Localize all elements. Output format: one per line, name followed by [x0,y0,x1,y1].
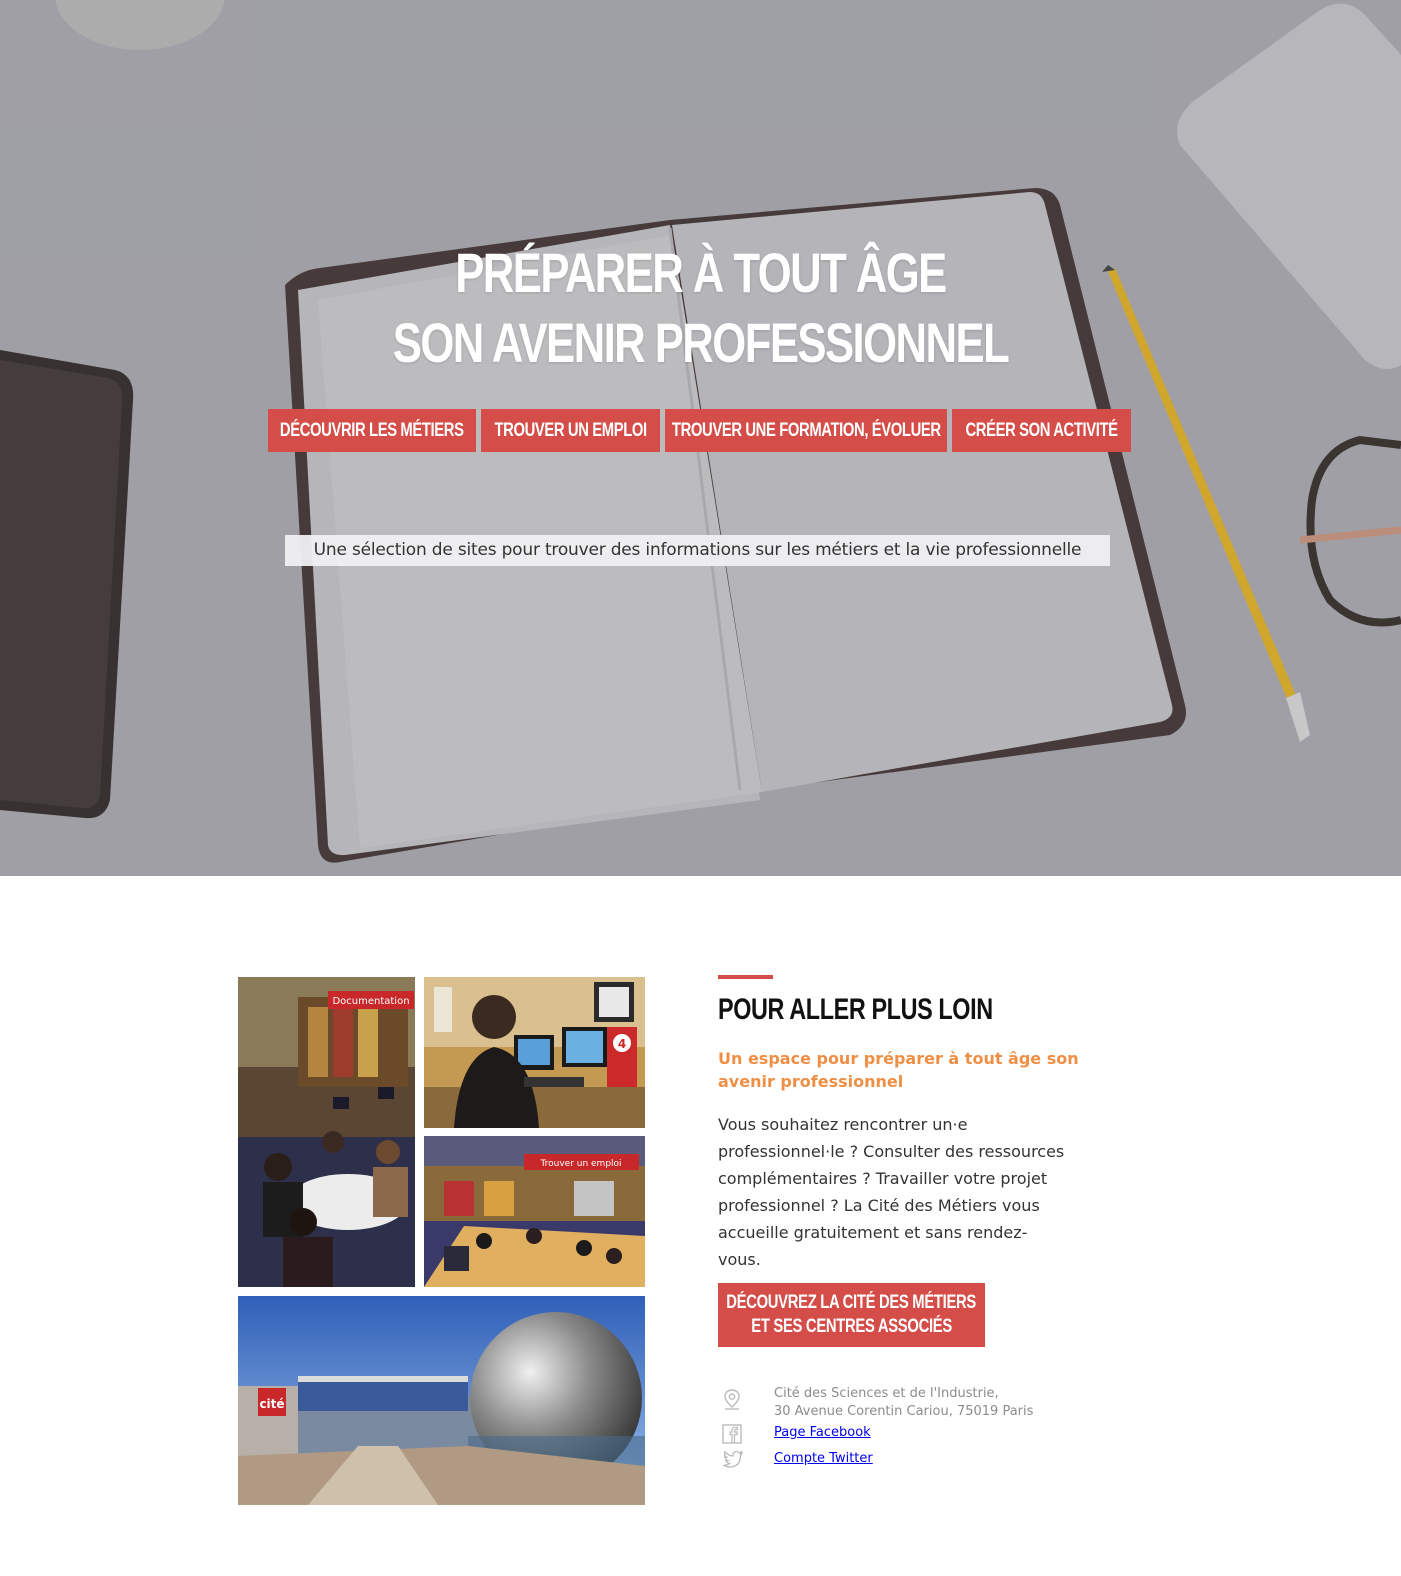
cta-line-2: et ses centres associés [751,1316,952,1337]
nav-label: Créer son activité [965,419,1118,441]
nav-trouver-emploi-button[interactable]: Trouver un emploi [481,409,660,452]
hero-subtitle: Une sélection de sites pour trouver des … [285,535,1110,566]
info-body: Vous souhaitez rencontrer un·e professio… [718,1115,1065,1269]
twitter-link[interactable]: Compte Twitter [774,1450,873,1468]
floor-badge-text: 4 [618,1037,626,1051]
hero-title-line-2: son avenir professionnel [392,311,1010,374]
heading-accent-bar [718,975,773,979]
nav-decouvrir-metiers-button[interactable]: Découvrir les métiers [268,409,476,452]
cta-line-1: Découvrez la Cité des Métiers [726,1292,977,1313]
address-line-2: 30 Avenue Corentin Cariou, 75019 Paris [774,1404,1034,1419]
main-navigation: Découvrir les métiers Trouver un emploi … [268,409,1131,452]
nav-label: Trouver un emploi [494,419,647,441]
nav-label: Trouver une formation, évoluer [671,419,941,441]
facebook-icon [722,1424,774,1444]
hero-title: Préparer à tout âge son avenir professio… [154,238,1247,378]
info-heading: Pour aller plus loin [718,993,993,1026]
documentation-sign-text: Documentation [332,996,409,1007]
hero-section: Préparer à tout âge son avenir professio… [0,0,1401,876]
trouver-emploi-sign-text: Trouver un emploi [539,1159,621,1169]
address-text: Cité des Sciences et de l'Industrie, 30 … [774,1385,1033,1421]
contact-twitter: Compte Twitter [722,1450,1122,1468]
twitter-icon [722,1450,774,1468]
photo-computer-user: 4 [424,977,645,1128]
contact-address: Cité des Sciences et de l'Industrie, 30 … [722,1385,1122,1421]
hero-title-line-1: Préparer à tout âge [455,241,947,304]
address-line-1: Cité des Sciences et de l'Industrie, [774,1386,999,1401]
map-pin-icon [722,1385,774,1412]
info-panel: Pour aller plus loin Un espace pour prép… [718,975,1108,1273]
contact-facebook: Page Facebook [722,1424,1122,1444]
nav-creer-activite-button[interactable]: Créer son activité [952,409,1131,452]
photo-trouver-emploi: Trouver un emploi [424,1136,645,1287]
decouvrez-cite-metiers-button[interactable]: Découvrez la Cité des Métiers et ses cen… [718,1283,985,1347]
facebook-link[interactable]: Page Facebook [774,1424,871,1442]
nav-label: Découvrir les métiers [280,419,464,441]
photo-cite-geode: cité [238,1296,645,1505]
photo-documentation: Documentation [238,977,415,1287]
nav-trouver-formation-button[interactable]: Trouver une formation, évoluer [665,409,947,452]
info-tagline: Un espace pour préparer à tout âge son a… [718,1049,1079,1091]
cite-sign-text: cité [259,1397,284,1411]
